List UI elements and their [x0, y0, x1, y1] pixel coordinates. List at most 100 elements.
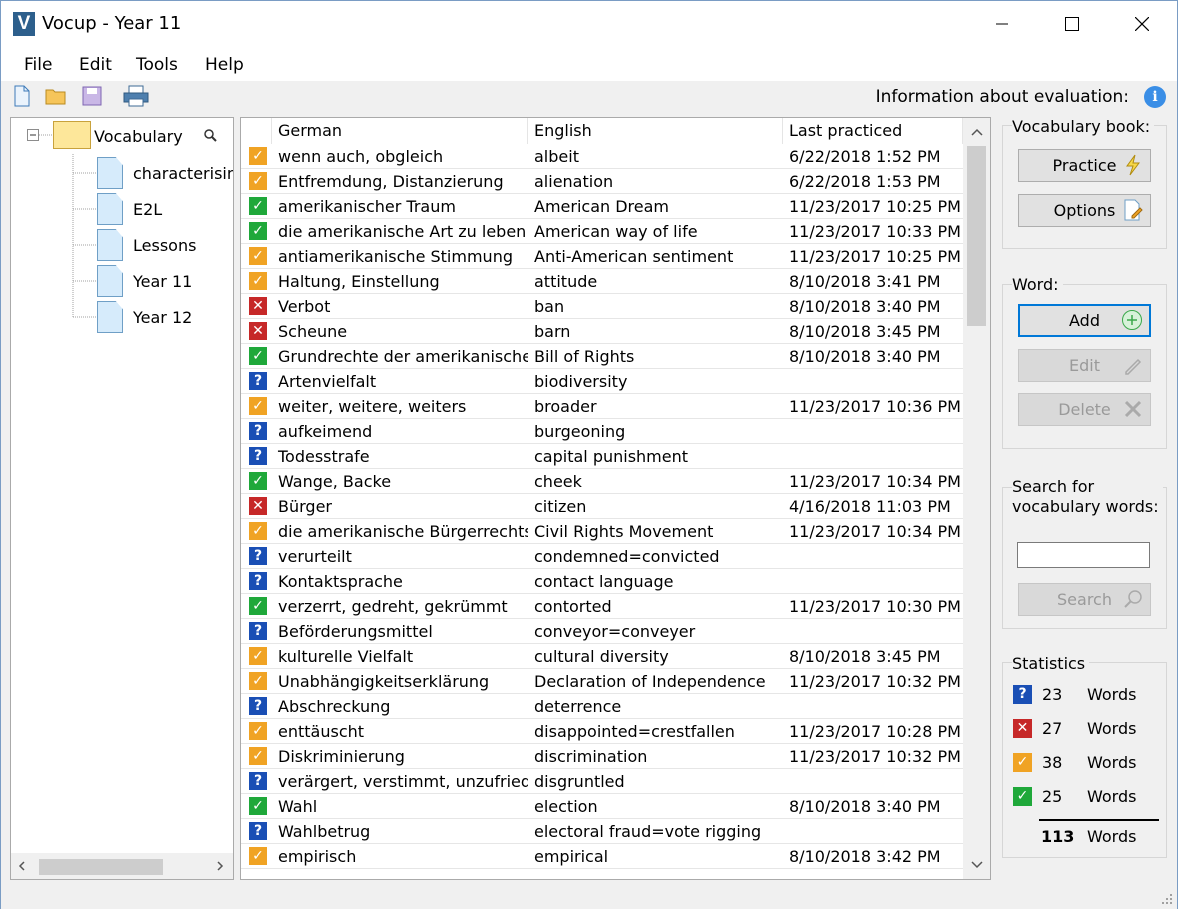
- add-button[interactable]: Add: [1018, 304, 1151, 337]
- open-folder-icon[interactable]: [45, 85, 67, 107]
- table-row[interactable]: ✓ Diskriminierung discrimination 11/23/2017…: [241, 744, 963, 769]
- status-partial-icon: ✓: [249, 647, 267, 665]
- last-practiced-cell: 11/23/2017 10:25 PM: [789, 247, 961, 266]
- edit-button[interactable]: Edit: [1018, 349, 1151, 382]
- english-cell: citizen: [534, 497, 587, 516]
- table-row[interactable]: ✓ kulturelle Vielfalt cultural diversity 8/…: [241, 644, 963, 669]
- new-file-icon[interactable]: [11, 85, 33, 107]
- table-row[interactable]: ✓ Grundrechte der amerikanische... Bill of…: [241, 344, 963, 369]
- scroll-thumb[interactable]: [39, 859, 163, 875]
- table-row[interactable]: ✓ verzerrt, gedreht, gekrümmt contorted 11/…: [241, 594, 963, 619]
- practice-label: Practice: [1052, 156, 1117, 175]
- table-row[interactable]: ✓ Wange, Backe cheek 11/23/2017 10:34 PM: [241, 469, 963, 494]
- menu-file[interactable]: File: [24, 55, 52, 75]
- column-header-english[interactable]: English: [528, 118, 783, 144]
- last-practiced-cell: 11/23/2017 10:36 PM: [789, 397, 961, 416]
- search-button[interactable]: Search: [1018, 583, 1151, 616]
- statistics-count: 23: [1042, 685, 1063, 704]
- scroll-down-icon[interactable]: [971, 860, 983, 870]
- table-row[interactable]: ? Todesstrafe capital punishment: [241, 444, 963, 469]
- english-cell: electoral fraud=vote rigging: [534, 822, 762, 841]
- close-button[interactable]: [1107, 1, 1177, 47]
- table-row[interactable]: ✓ die amerikanische Art zu leben American …: [241, 219, 963, 244]
- scroll-left-icon[interactable]: [17, 861, 27, 871]
- scroll-up-icon[interactable]: [971, 127, 983, 137]
- table-row[interactable]: ✓ Entfremdung, Distanzierung alienation 6/2…: [241, 169, 963, 194]
- table-row[interactable]: ✕ Bürger citizen 4/16/2018 11:03 PM: [241, 494, 963, 519]
- table-row[interactable]: ✓ empirisch empirical 8/10/2018 3:42 PM: [241, 844, 963, 869]
- tree-item-e2l[interactable]: E2L: [133, 200, 162, 219]
- last-practiced-cell: 6/22/2018 1:53 PM: [789, 172, 941, 191]
- last-practiced-cell: 11/23/2017 10:25 PM: [789, 197, 961, 216]
- table-row[interactable]: ✓ Wahl election 8/10/2018 3:40 PM: [241, 794, 963, 819]
- english-cell: deterrence: [534, 697, 622, 716]
- table-row[interactable]: ✓ Haltung, Einstellung attitude 8/10/2018 3…: [241, 269, 963, 294]
- english-cell: Anti-American sentiment: [534, 247, 734, 266]
- tree-root-vocabulary[interactable]: Vocabulary: [94, 127, 183, 146]
- status-unpracticed-icon: ?: [249, 772, 267, 790]
- table-row[interactable]: ✓ amerikanischer Traum American Dream 11/23…: [241, 194, 963, 219]
- column-header-last-practiced[interactable]: Last practiced: [783, 118, 963, 144]
- table-row[interactable]: ? verurteilt condemned=convicted: [241, 544, 963, 569]
- menu-edit[interactable]: Edit: [79, 55, 112, 75]
- table-row[interactable]: ✕ Verbot ban 8/10/2018 3:40 PM: [241, 294, 963, 319]
- tree-item-characterising[interactable]: characterising: [133, 164, 233, 183]
- menu-help[interactable]: Help: [205, 55, 244, 75]
- german-cell: Todesstrafe: [278, 447, 370, 466]
- scroll-right-icon[interactable]: [215, 861, 225, 871]
- resize-grip-icon[interactable]: [1161, 893, 1173, 905]
- column-header-german[interactable]: German: [272, 118, 528, 144]
- tree-horizontal-scrollbar[interactable]: [11, 853, 233, 879]
- german-cell: Wange, Backe: [278, 472, 392, 491]
- delete-label: Delete: [1058, 400, 1111, 419]
- practice-button[interactable]: Practice: [1018, 149, 1151, 182]
- evaluation-info-label: Information about evaluation:: [875, 87, 1129, 107]
- last-practiced-cell: 8/10/2018 3:40 PM: [789, 297, 941, 316]
- german-cell: wenn auch, obgleich: [278, 147, 444, 166]
- search-input[interactable]: [1017, 542, 1150, 568]
- book-tree: Vocabulary characterising E2L Lessons Ye…: [10, 117, 234, 880]
- tree-item-year-12[interactable]: Year 12: [133, 308, 192, 327]
- menu-tools[interactable]: Tools: [136, 55, 178, 75]
- delete-button[interactable]: Delete: [1018, 393, 1151, 426]
- table-row[interactable]: ✓ enttäuscht disappointed=crestfallen 11/23…: [241, 719, 963, 744]
- table-row[interactable]: ? Beförderungsmittel conveyor=conveyer: [241, 619, 963, 644]
- save-icon[interactable]: [81, 85, 103, 107]
- tree-item-lessons[interactable]: Lessons: [133, 236, 196, 255]
- status-wrong-icon: ✕: [1013, 719, 1032, 738]
- table-row[interactable]: ✓ weiter, weitere, weiters broader 11/23/20…: [241, 394, 963, 419]
- statistics-total-count: 113: [1041, 827, 1075, 846]
- table-row[interactable]: ✕ Scheune barn 8/10/2018 3:45 PM: [241, 319, 963, 344]
- german-cell: aufkeimend: [278, 422, 373, 441]
- window-title: Vocup - Year 11: [42, 13, 182, 34]
- scroll-thumb[interactable]: [967, 146, 986, 326]
- status-partial-icon: ✓: [1013, 753, 1032, 772]
- last-practiced-cell: 8/10/2018 3:45 PM: [789, 647, 941, 666]
- table-row[interactable]: ? Abschreckung deterrence: [241, 694, 963, 719]
- search-icon[interactable]: [201, 126, 221, 146]
- info-icon[interactable]: i: [1144, 86, 1166, 108]
- table-row[interactable]: ? Kontaktsprache contact language: [241, 569, 963, 594]
- maximize-button[interactable]: [1037, 1, 1107, 47]
- last-practiced-cell: [783, 569, 963, 594]
- table-row[interactable]: ? Wahlbetrug electoral fraud=vote rigging: [241, 819, 963, 844]
- tree-item-year-11[interactable]: Year 11: [133, 272, 192, 291]
- statistics-words-label: Words: [1087, 753, 1137, 772]
- minimize-button[interactable]: [967, 1, 1037, 47]
- print-icon[interactable]: [123, 85, 149, 107]
- table-row[interactable]: ✓ wenn auch, obgleich albeit 6/22/2018 1:52…: [241, 144, 963, 169]
- table-row[interactable]: ? Artenvielfalt biodiversity: [241, 369, 963, 394]
- options-button[interactable]: Options: [1018, 194, 1151, 227]
- last-practiced-cell: 11/23/2017 10:28 PM: [789, 722, 961, 741]
- table-row[interactable]: ✓ die amerikanische Bürgerrechts... Civil …: [241, 519, 963, 544]
- table-row[interactable]: ✓ antiamerikanische Stimmung Anti-American…: [241, 244, 963, 269]
- table-row[interactable]: ✓ Unabhängigkeitserklärung Declaration of …: [241, 669, 963, 694]
- last-practiced-cell: [783, 769, 963, 794]
- table-row[interactable]: ? aufkeimend burgeoning: [241, 419, 963, 444]
- german-cell: Diskriminierung: [278, 747, 405, 766]
- list-vertical-scrollbar[interactable]: [963, 118, 990, 879]
- english-cell: empirical: [534, 847, 609, 866]
- column-header-status[interactable]: [241, 118, 272, 144]
- table-row[interactable]: ? verärgert, verstimmt, unzufrieden disgru…: [241, 769, 963, 794]
- last-practiced-cell: 11/23/2017 10:34 PM: [789, 522, 961, 541]
